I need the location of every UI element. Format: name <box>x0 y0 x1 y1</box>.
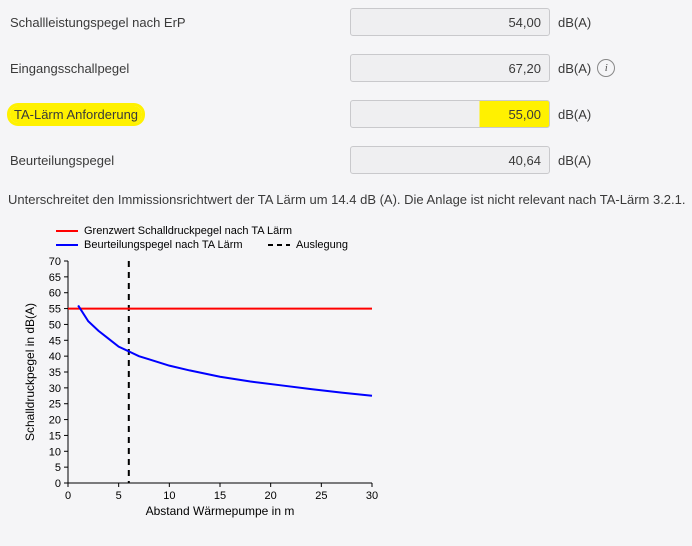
label-schallleistung: Schallleistungspegel nach ErP <box>8 15 350 30</box>
svg-text:45: 45 <box>49 335 61 347</box>
unit-schallleistung: dB(A) <box>558 15 591 30</box>
svg-text:Schalldruckpegel in dB(A): Schalldruckpegel in dB(A) <box>23 303 37 441</box>
svg-text:65: 65 <box>49 272 61 284</box>
svg-text:25: 25 <box>315 490 327 502</box>
svg-text:5: 5 <box>116 490 122 502</box>
svg-text:Beurteilungspegel nach TA Lärm: Beurteilungspegel nach TA Lärm <box>84 239 243 251</box>
unit-eingang: dB(A) <box>558 61 591 76</box>
svg-text:Abstand Wärmepumpe in m: Abstand Wärmepumpe in m <box>146 504 295 518</box>
unit-talarm: dB(A) <box>558 107 591 122</box>
svg-text:Auslegung: Auslegung <box>296 239 348 251</box>
svg-text:20: 20 <box>49 415 61 427</box>
svg-text:60: 60 <box>49 288 61 300</box>
svg-text:55: 55 <box>49 304 61 316</box>
unit-beurteilung: dB(A) <box>558 153 591 168</box>
input-talarm[interactable] <box>350 100 550 128</box>
svg-text:10: 10 <box>49 446 61 458</box>
svg-text:25: 25 <box>49 399 61 411</box>
svg-text:40: 40 <box>49 351 61 363</box>
svg-text:50: 50 <box>49 319 61 331</box>
svg-text:Grenzwert Schalldruckpegel nac: Grenzwert Schalldruckpegel nach TA Lärm <box>84 225 292 237</box>
input-schallleistung[interactable] <box>350 8 550 36</box>
info-icon[interactable]: i <box>597 59 615 77</box>
chart: Grenzwert Schalldruckpegel nach TA Lärm B… <box>20 219 686 519</box>
label-talarm: TA-Lärm Anforderung <box>8 107 350 122</box>
label-beurteilung: Beurteilungspegel <box>8 153 350 168</box>
svg-text:20: 20 <box>265 490 277 502</box>
svg-text:70: 70 <box>49 256 61 268</box>
svg-text:5: 5 <box>55 462 61 474</box>
input-beurteilung[interactable] <box>350 146 550 174</box>
svg-text:0: 0 <box>65 490 71 502</box>
svg-text:10: 10 <box>163 490 175 502</box>
svg-text:0: 0 <box>55 478 61 490</box>
svg-text:30: 30 <box>49 383 61 395</box>
result-text: Unterschreitet den Immissionsrichtwert d… <box>8 192 686 207</box>
svg-text:15: 15 <box>49 430 61 442</box>
label-eingang: Eingangsschallpegel <box>8 61 350 76</box>
input-eingang[interactable] <box>350 54 550 82</box>
svg-text:30: 30 <box>366 490 378 502</box>
svg-text:15: 15 <box>214 490 226 502</box>
svg-text:35: 35 <box>49 367 61 379</box>
